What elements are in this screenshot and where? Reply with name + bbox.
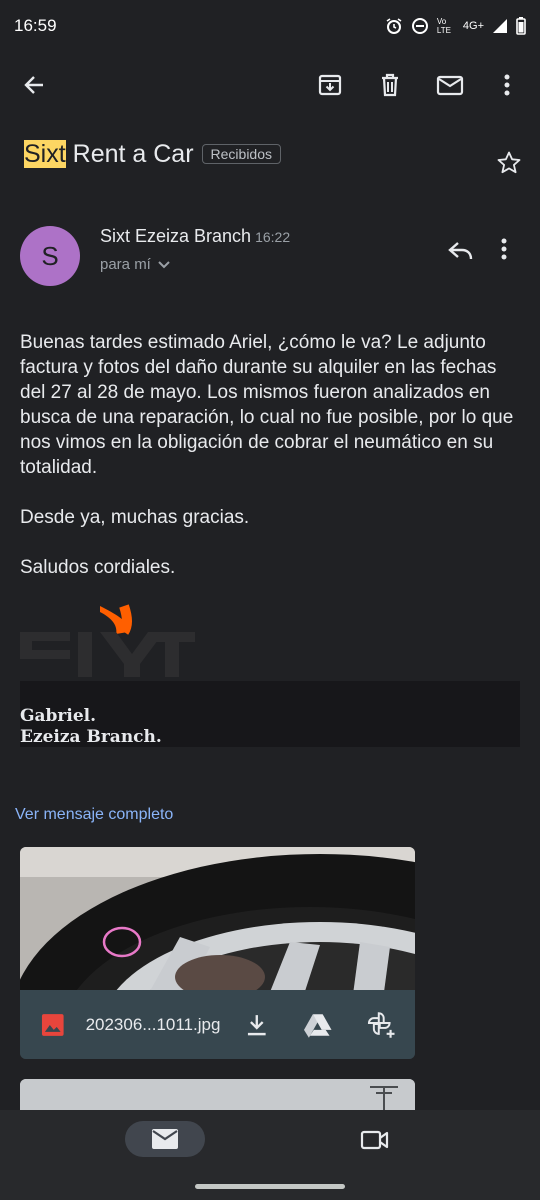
- reply-icon[interactable]: [446, 236, 476, 266]
- view-full-message-link[interactable]: Ver mensaje completo: [15, 806, 173, 824]
- attachment-filename: 202306...1011.jpg: [85, 1014, 221, 1034]
- message-time: 16:22: [255, 229, 291, 245]
- archive-icon[interactable]: [315, 70, 345, 100]
- alarm-icon: [386, 18, 402, 34]
- subject-row: Sixt Rent a Car Recibidos: [24, 132, 520, 176]
- image-file-icon: [41, 1013, 64, 1036]
- signature-name: Gabriel.: [20, 706, 97, 726]
- status-icons: Vo LTE 4G+: [385, 17, 526, 35]
- download-icon[interactable]: [244, 1012, 270, 1038]
- battery-icon: [516, 17, 526, 35]
- video-camera-icon: [360, 1130, 389, 1150]
- nav-mail-tab[interactable]: [125, 1121, 205, 1157]
- chevron-down-icon: [158, 260, 170, 268]
- back-arrow-icon[interactable]: [19, 70, 49, 100]
- sixt-logo: [20, 602, 195, 682]
- mail-icon[interactable]: [435, 70, 465, 100]
- signature-branch: Ezeiza Branch.: [20, 727, 162, 747]
- status-time: 16:59: [14, 16, 57, 35]
- image-attachment[interactable]: 202306...1011.jpg: [20, 847, 415, 1059]
- attachment-bar: 202306...1011.jpg: [20, 990, 415, 1059]
- nav-meet-tab[interactable]: [360, 1128, 390, 1152]
- status-bar: 16:59 Vo LTE 4G+: [0, 0, 540, 52]
- trash-icon[interactable]: [375, 70, 405, 100]
- avatar[interactable]: S: [20, 226, 80, 286]
- body-paragraph: Saludos cordiales.: [20, 557, 176, 578]
- volte-label: Vo LTE: [436, 17, 451, 35]
- signal-icon: [493, 19, 507, 33]
- gesture-handle[interactable]: [195, 1184, 345, 1189]
- drive-icon[interactable]: [304, 1012, 332, 1038]
- more-vert-icon[interactable]: [492, 70, 522, 100]
- top-toolbar: [0, 60, 540, 110]
- body-paragraph: Desde ya, muchas gracias.: [20, 507, 250, 528]
- subject-highlight: Sixt: [24, 139, 66, 168]
- recipient-label: para mí: [100, 256, 151, 273]
- message-body: Buenas tardes estimado Ariel, ¿cómo le v…: [20, 330, 520, 605]
- mail-filled-icon: [152, 1129, 178, 1149]
- star-icon[interactable]: [496, 150, 522, 176]
- bottom-navigation: [0, 1110, 540, 1200]
- message-more-icon[interactable]: [500, 236, 524, 266]
- email-subject: Sixt Rent a Car: [24, 139, 194, 169]
- dnd-icon: [411, 18, 428, 34]
- add-to-photos-icon[interactable]: [366, 1010, 395, 1040]
- sender-name: Sixt Ezeiza Branch: [100, 226, 252, 246]
- subject-rest: Rent a Car: [65, 139, 194, 168]
- tire-photo-thumbnail: [20, 847, 415, 990]
- network-label: 4G+: [462, 20, 484, 32]
- sender-line: Sixt Ezeiza Branch 16:22: [100, 226, 290, 247]
- recipient-details[interactable]: para mí: [100, 256, 171, 273]
- body-paragraph: Buenas tardes estimado Ariel, ¿cómo le v…: [20, 332, 514, 478]
- signature-text: Gabriel. Ezeiza Branch.: [20, 706, 162, 748]
- inbox-label-chip[interactable]: Recibidos: [201, 144, 282, 164]
